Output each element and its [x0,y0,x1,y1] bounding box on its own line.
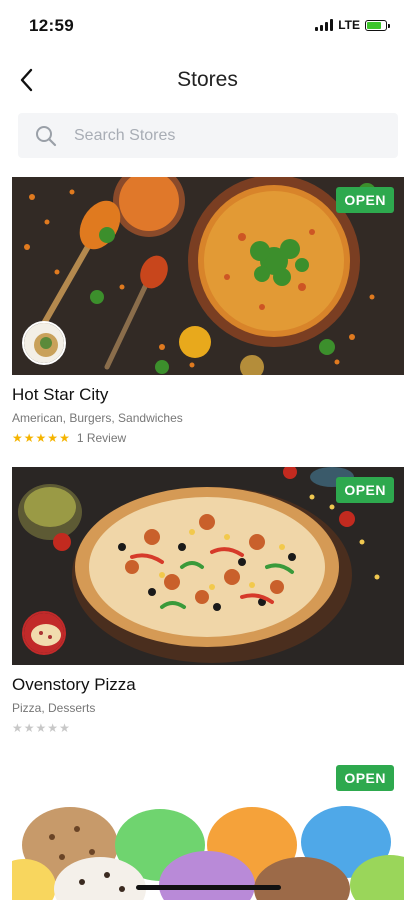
search-bar[interactable] [18,113,398,158]
header: Stores [0,58,415,104]
page-title: Stores [177,68,238,91]
star-icon: ★ [35,721,48,735]
battery-icon [365,19,390,31]
store-card[interactable]: OPEN Ovenstory Pizza Pizza, Desserts ★★★… [12,467,404,735]
open-badge: OPEN [336,187,394,213]
star-icon: ★ [12,431,24,445]
open-badge: OPEN [336,765,394,791]
open-badge: OPEN [336,477,394,503]
star-icon: ★ [47,431,60,445]
signal-icon [315,19,334,31]
network-type: LTE [338,18,360,32]
status-bar: 12:59 LTE [0,0,415,50]
search-input[interactable] [72,125,376,146]
star-icon: ★ [23,431,36,445]
star-icon: ★ [12,721,24,735]
status-icons: LTE [315,18,390,32]
store-name[interactable]: Ovenstory Pizza [12,675,404,695]
store-card[interactable]: OPEN Hot Star City American, Burgers, Sa… [12,177,404,445]
store-rating: ★★★★★ 1 Review [12,431,404,445]
status-time: 12:59 [29,16,74,35]
store-logo [22,611,66,655]
home-indicator [136,885,281,890]
store-cuisine: American, Burgers, Sandwiches [12,411,183,425]
store-name[interactable]: Hot Star City [12,385,404,405]
store-cuisine: Pizza, Desserts [12,701,96,715]
store-rating: ★★★★★ [12,721,404,735]
star-icon: ★ [59,431,71,445]
star-icon: ★ [59,721,71,735]
store-image[interactable]: OPEN [12,467,404,665]
star-icon: ★ [35,431,48,445]
star-icon: ★ [47,721,60,735]
store-image[interactable]: OPEN [12,177,404,375]
search-icon [34,124,58,148]
star-rating: ★★★★★ [12,431,71,445]
store-logo [22,321,66,365]
star-rating: ★★★★★ [12,721,71,735]
star-icon: ★ [23,721,36,735]
review-count: 1 Review [76,431,127,445]
store-card[interactable]: OPEN [12,757,404,900]
